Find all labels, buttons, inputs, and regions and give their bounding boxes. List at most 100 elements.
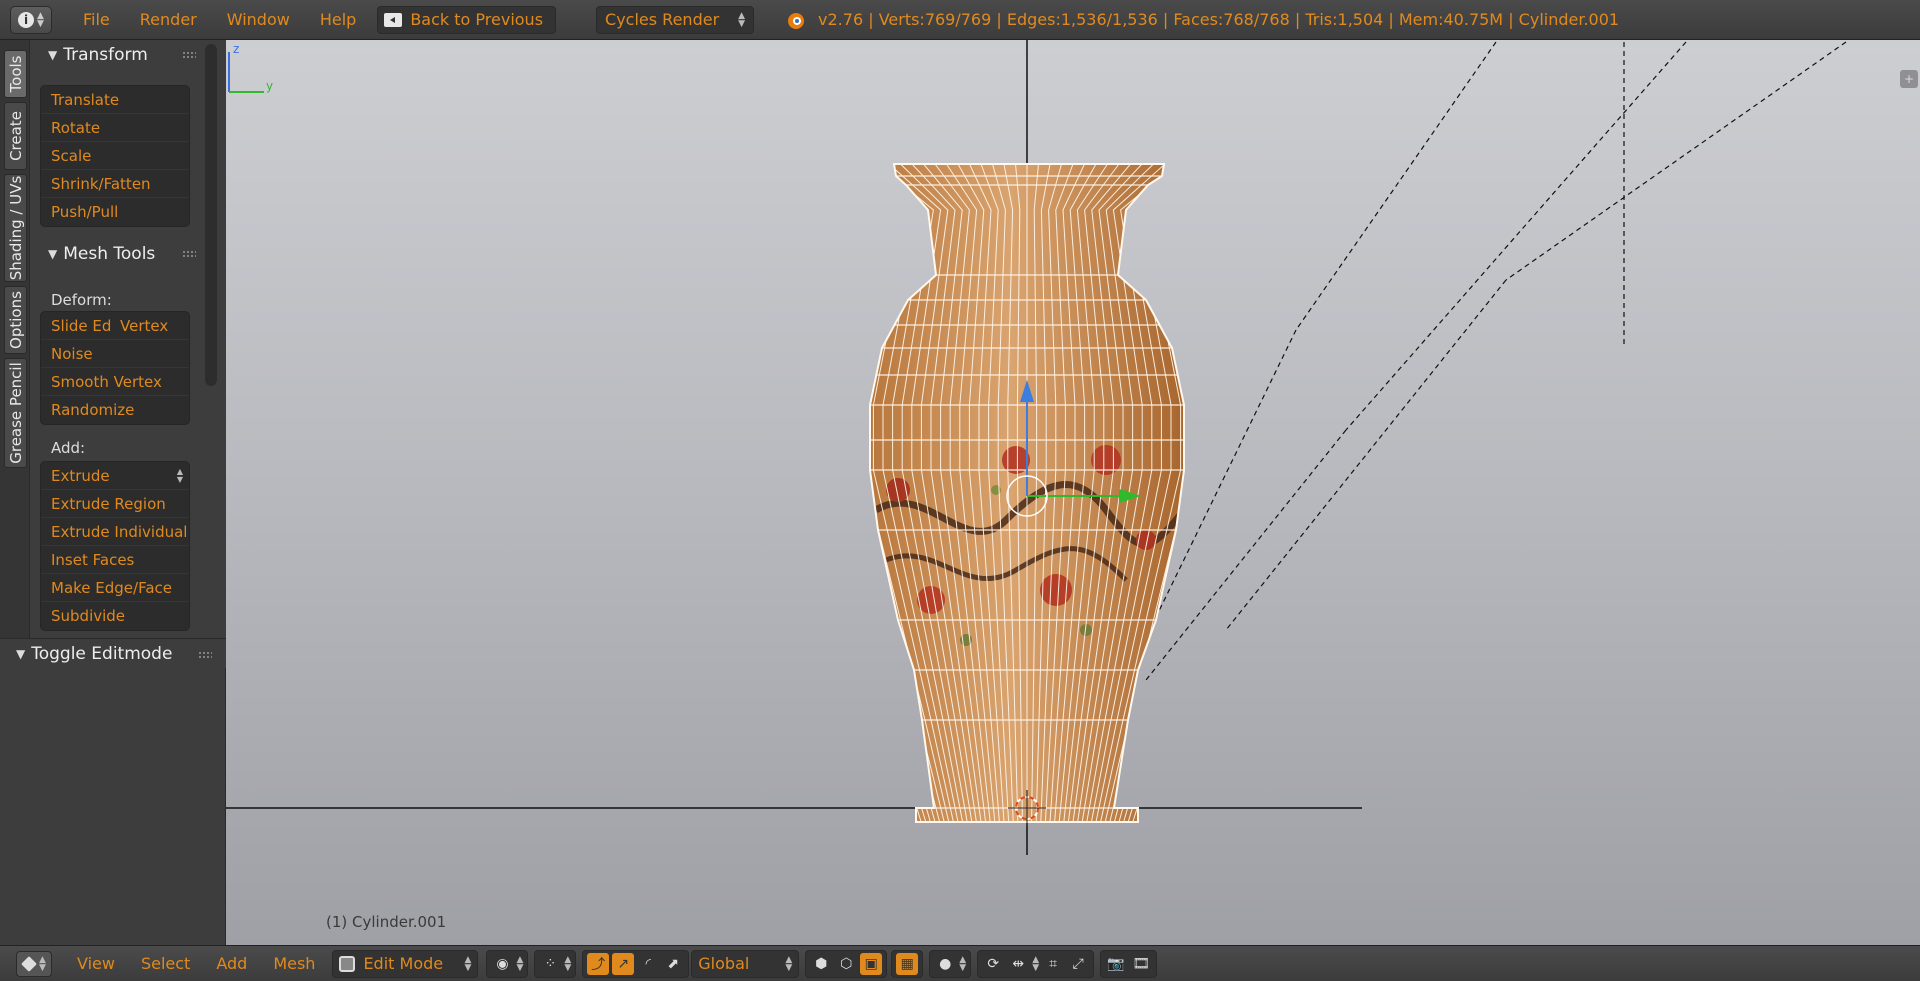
interaction-mode-value: Edit Mode	[363, 954, 444, 973]
shading-solid-icon: ◉	[496, 955, 509, 972]
scene-stats: v2.76 | Verts:769/769 | Edges:1,536/1,53…	[818, 10, 1620, 29]
subdivide-button[interactable]: Subdivide	[41, 602, 189, 630]
3d-view-icon	[21, 955, 37, 972]
smooth-vertex-button[interactable]: Smooth Vertex	[41, 368, 189, 396]
slide-vertex-button[interactable]: Vertex	[120, 317, 189, 335]
drag-grip-icon[interactable]	[198, 651, 212, 659]
operator-panel	[0, 638, 226, 945]
scale-manipulator-icon[interactable]: ⬈	[662, 953, 684, 975]
tab-tools[interactable]: Tools	[4, 50, 27, 98]
chevron-updown-icon: ▲ ▼	[738, 10, 746, 29]
chevron-updown-icon: ▲ ▼	[564, 954, 572, 973]
menu-add[interactable]: Add	[203, 954, 260, 973]
menu-file[interactable]: File	[68, 10, 125, 29]
deform-buttons: Slide Ed Vertex Noise Smooth Vertex Rand…	[40, 311, 190, 425]
drag-grip-icon[interactable]	[182, 250, 196, 258]
face-select-icon[interactable]: ▣	[860, 952, 883, 975]
manipulator-toggle-icon[interactable]: ⤴	[587, 952, 610, 975]
manipulator-buttons: ⤴ ↗ ◜ ⬈	[582, 949, 690, 978]
menu-help[interactable]: Help	[305, 10, 371, 29]
translate-button[interactable]: Translate	[41, 86, 189, 114]
collapse-triangle-icon: ▼	[16, 646, 26, 661]
transform-orientation-select[interactable]: Global ▲ ▼	[691, 949, 800, 978]
chevron-updown-icon: ▲ ▼	[516, 954, 524, 973]
menu-render[interactable]: Render	[125, 10, 212, 29]
snap-toggle-icon[interactable]: ⟳	[982, 953, 1004, 975]
noise-button[interactable]: Noise	[41, 340, 189, 368]
limit-selection-button[interactable]: ▦	[891, 949, 924, 978]
render-engine-select[interactable]: Cycles Render ▲ ▼	[596, 5, 755, 34]
deform-label: Deform:	[51, 291, 112, 309]
tool-shelf-scrollbar[interactable]	[205, 44, 217, 386]
randomize-button[interactable]: Randomize	[41, 396, 189, 424]
transform-title: Transform	[63, 45, 148, 65]
snap-target-icon[interactable]: ⌗	[1042, 953, 1064, 975]
snap-element-icon[interactable]: ⇹	[1007, 953, 1029, 975]
tab-grease-pencil[interactable]: Grease Pencil	[4, 358, 27, 468]
proportional-edit-icon: ●	[939, 955, 952, 972]
render-buttons: 📷 🎞	[1100, 949, 1158, 978]
editor-type-selector[interactable]: ▲ ▼	[16, 950, 52, 977]
axis-gizmo-icon: z y	[228, 42, 273, 93]
pivot-point-icon: ⁘	[544, 955, 557, 972]
menu-select[interactable]: Select	[128, 954, 203, 973]
snap-align-icon[interactable]: ⤢	[1067, 953, 1089, 975]
edge-select-icon[interactable]: ⬡	[835, 953, 857, 975]
menu-window[interactable]: Window	[212, 10, 305, 29]
extrude-region-button[interactable]: Extrude Region	[41, 490, 189, 518]
proportional-edit-select[interactable]: ● ▲ ▼	[929, 949, 972, 978]
rotate-manipulator-icon[interactable]: ◜	[637, 953, 659, 975]
info-icon: i	[18, 11, 35, 28]
toggle-editmode-title: Toggle Editmode	[31, 643, 173, 664]
active-object-label: (1) Cylinder.001	[326, 913, 447, 931]
add-buttons: Extrude ▲ ▼ Extrude Region Extrude Indivi…	[40, 461, 190, 631]
render-still-icon[interactable]: 📷	[1105, 953, 1127, 975]
toggle-editmode-panel-header[interactable]: ▼ Toggle Editmode	[0, 638, 226, 668]
rotate-button[interactable]: Rotate	[41, 114, 189, 142]
back-to-previous-button[interactable]: Back to Previous	[377, 5, 557, 34]
chevron-updown-icon: ▲ ▼	[959, 954, 967, 973]
tab-options[interactable]: Options	[4, 286, 27, 354]
viewport-shading-select[interactable]: ◉ ▲ ▼	[486, 949, 529, 978]
push-pull-button[interactable]: Push/Pull	[41, 198, 189, 226]
menu-mesh[interactable]: Mesh	[260, 954, 328, 973]
vertex-select-icon[interactable]: ⬢	[810, 953, 832, 975]
render-engine-value: Cycles Render	[605, 10, 720, 29]
scale-button[interactable]: Scale	[41, 142, 189, 170]
translate-manipulator-icon[interactable]: ↗	[612, 952, 635, 975]
tab-shading-uvs[interactable]: Shading / UVs	[4, 174, 27, 282]
mesh-tools-panel-header[interactable]: ▼ Mesh Tools	[30, 240, 226, 268]
limit-selection-icon: ▦	[896, 952, 919, 975]
chevron-updown-icon: ▲ ▼	[785, 954, 793, 973]
menu-view[interactable]: View	[64, 954, 128, 973]
expand-properties-icon[interactable]: +	[1900, 70, 1918, 88]
inset-faces-button[interactable]: Inset Faces	[41, 546, 189, 574]
main-menu: File Render Window Help	[68, 10, 371, 29]
extrude-select[interactable]: Extrude ▲ ▼	[41, 462, 189, 490]
pivot-point-select[interactable]: ⁘ ▲ ▼	[534, 949, 577, 978]
transform-panel-header[interactable]: ▼ Transform	[30, 41, 226, 69]
collapse-triangle-icon: ▼	[48, 247, 58, 261]
chevron-updown-icon: ▲ ▼	[464, 954, 472, 973]
slide-edge-button[interactable]: Slide Ed	[51, 317, 120, 335]
tab-create[interactable]: Create	[4, 102, 27, 170]
drag-grip-icon[interactable]	[182, 51, 196, 59]
slide-row: Slide Ed Vertex	[41, 312, 189, 340]
viewport-scene	[226, 40, 1847, 855]
back-icon	[384, 12, 403, 27]
interaction-mode-select[interactable]: Edit Mode ▲ ▼	[332, 949, 479, 978]
extrude-individual-button[interactable]: Extrude Individual	[41, 518, 189, 546]
info-header: i ▲ ▼ File Render Window Help Back to Pre…	[0, 0, 1920, 40]
edit-mode-icon	[339, 955, 356, 972]
blender-logo-icon	[784, 9, 806, 31]
svg-text:y: y	[266, 79, 273, 93]
render-animation-icon[interactable]: 🎞	[1130, 953, 1152, 975]
back-to-previous-label: Back to Previous	[410, 10, 544, 29]
3d-viewport[interactable]: + z y (1) Cylinder.001	[226, 40, 1920, 945]
chevron-updown-icon: ▲ ▼	[1032, 954, 1040, 973]
editor-type-selector[interactable]: i ▲ ▼	[10, 5, 52, 34]
snapping-buttons: ⟳ ⇹ ▲ ▼ ⌗ ⤢	[977, 949, 1095, 978]
shrink-fatten-button[interactable]: Shrink/Fatten	[41, 170, 189, 198]
make-edge-face-button[interactable]: Make Edge/Face	[41, 574, 189, 602]
chevron-updown-icon: ▲ ▼	[39, 954, 46, 973]
